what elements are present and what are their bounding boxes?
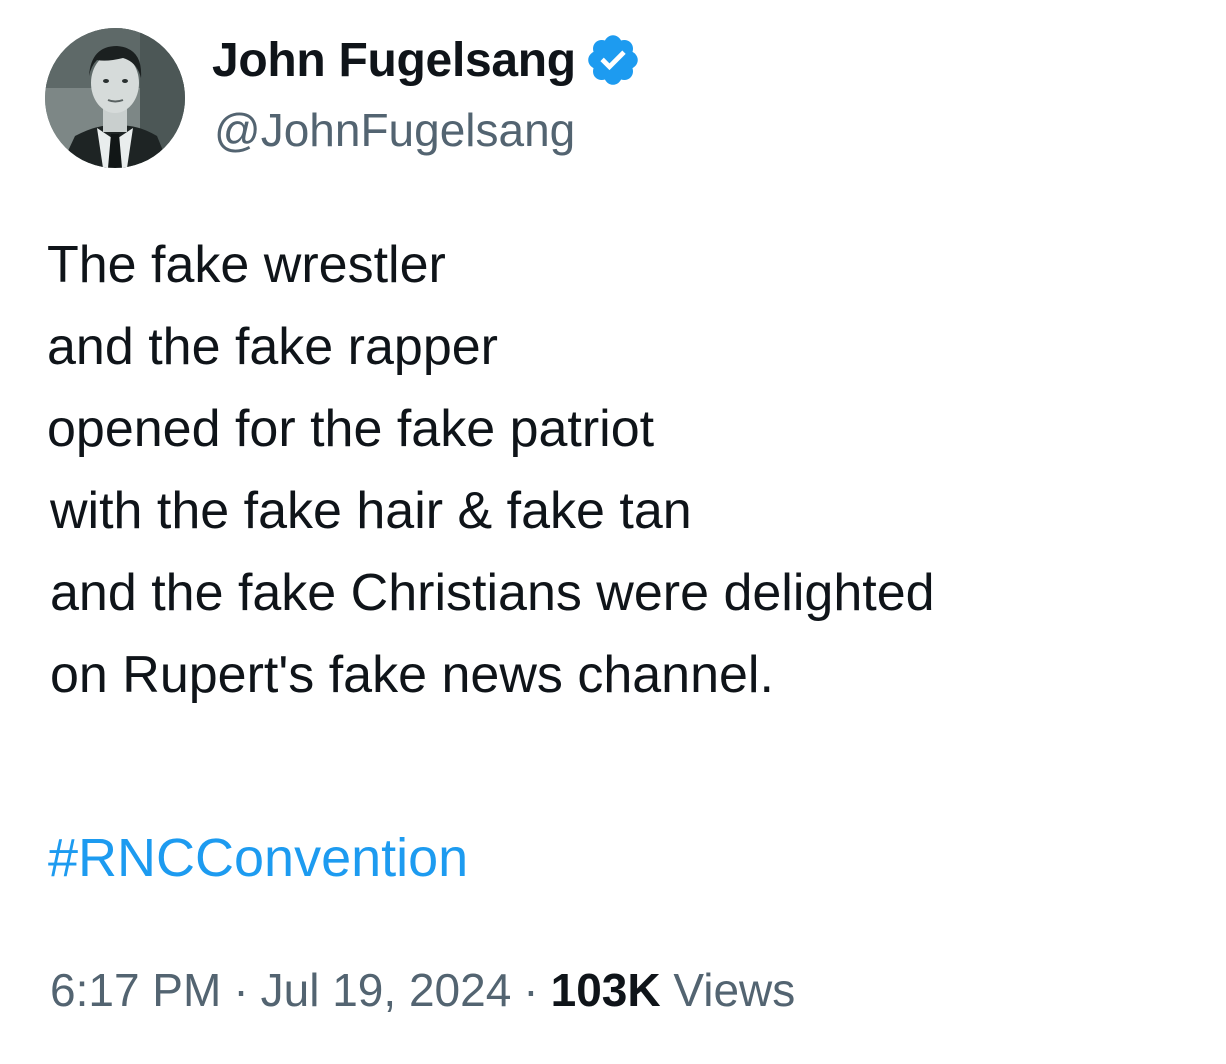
tweet-meta: 6:17 PM · Jul 19, 2024 · 103K Views [50,955,795,1025]
tweet-line: and the fake Christians were delighted [50,564,935,622]
avatar-photo-icon [45,28,185,168]
verified-badge-icon [584,31,642,89]
tweet-line: and the fake rapper [47,318,498,376]
author-handle[interactable]: @JohnFugelsang [214,103,575,157]
tweet-line: on Rupert's fake news channel. [50,646,774,704]
author-display-name[interactable]: John Fugelsang [212,33,576,88]
tweet-line: The fake wrestler [47,236,446,294]
tweet-line: opened for the fake patriot [47,400,655,458]
hashtag-link[interactable]: #RNCConvention [48,818,468,898]
views-count: 103K [550,964,661,1016]
tweet: John Fugelsang @JohnFugelsang The fake w… [0,0,1226,1064]
meta-separator: · [523,964,539,1016]
tweet-time[interactable]: 6:17 PM [50,964,221,1016]
author-name-row: John Fugelsang [212,30,642,90]
views-label: Views [673,964,796,1016]
meta-separator: · [233,964,249,1016]
tweet-line: with the fake hair & fake tan [50,482,692,540]
tweet-date[interactable]: Jul 19, 2024 [261,964,512,1016]
tweet-text: The fake wrestler and the fake rapper op… [47,224,1197,716]
avatar[interactable] [45,28,185,168]
